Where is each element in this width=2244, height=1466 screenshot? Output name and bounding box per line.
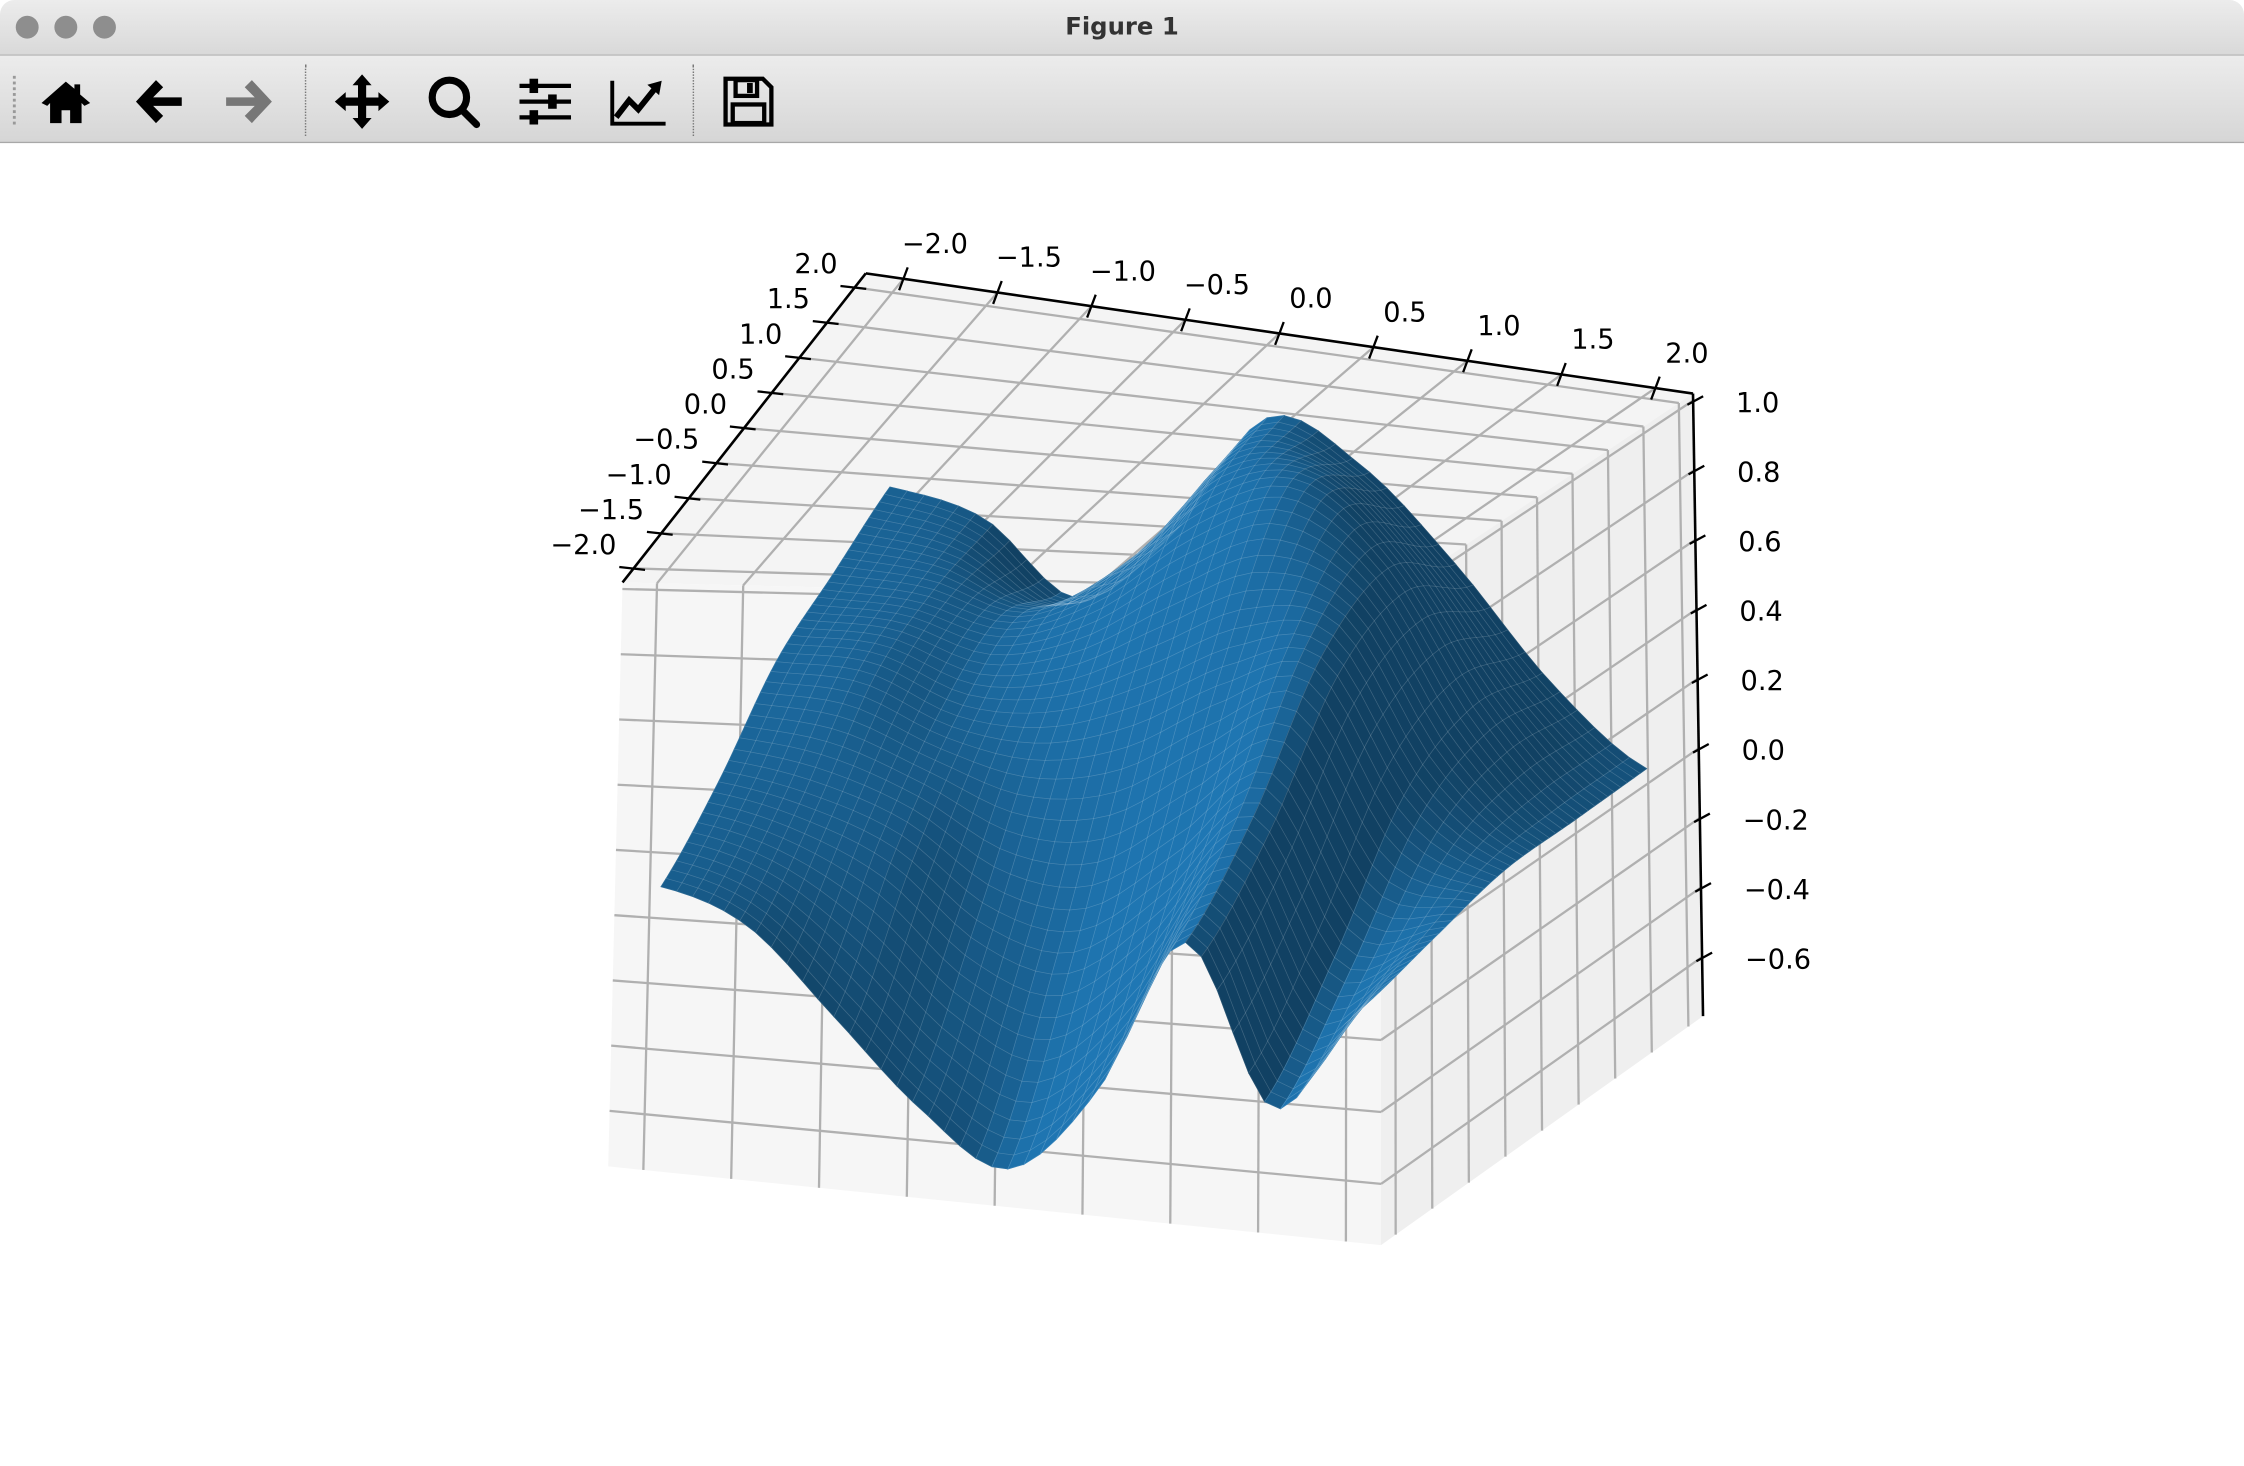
toolbar-separator — [693, 64, 694, 136]
forward-button[interactable] — [220, 73, 277, 130]
arrow-right-icon — [222, 74, 276, 128]
z-tick-label: −0.4 — [1744, 875, 1810, 906]
z-tick-label: 1.0 — [1736, 388, 1779, 419]
magnifier-icon — [425, 73, 482, 130]
z-tick-label: 0.0 — [1742, 736, 1785, 767]
y-tick-label: 0.5 — [711, 354, 754, 385]
x-tick-label: 0.5 — [1383, 297, 1426, 328]
x-tick-label: 2.0 — [1665, 338, 1708, 369]
home-button[interactable] — [37, 73, 94, 130]
x-tick-label: 0.0 — [1289, 284, 1332, 315]
back-button[interactable] — [130, 73, 187, 130]
x-tick-label: −1.0 — [1090, 256, 1156, 287]
z-tick-label: 0.2 — [1741, 666, 1784, 697]
x-tick-label: −1.5 — [996, 243, 1062, 274]
arrow-left-icon — [132, 74, 186, 128]
toolbar-grip[interactable] — [13, 76, 16, 125]
surface-plot[interactable]: −2.0−1.5−1.0−0.50.00.51.01.52.0−2.0−1.5−… — [0, 143, 2244, 1465]
y-tick-label: −1.5 — [578, 495, 644, 526]
y-tick-label: −0.5 — [633, 425, 699, 456]
x-tick-label: 1.0 — [1477, 311, 1520, 342]
window-title: Figure 1 — [0, 13, 2244, 42]
z-tick-label: 0.8 — [1737, 458, 1780, 489]
configure-subplots-button[interactable] — [517, 73, 574, 130]
sliders-icon — [517, 73, 574, 130]
y-tick-label: −2.0 — [550, 530, 616, 561]
x-tick-label: −2.0 — [902, 229, 968, 260]
x-tick-label: −0.5 — [1184, 270, 1250, 301]
toolbar-separator — [305, 64, 306, 136]
edit-axis-button[interactable] — [610, 73, 667, 130]
y-tick-label: −1.0 — [606, 460, 672, 491]
z-tick-label: 0.4 — [1739, 597, 1782, 628]
y-tick-label: 1.5 — [767, 284, 810, 315]
x-tick-label: 1.5 — [1571, 325, 1614, 356]
figure-window: Figure 1 −2.0 −1.5 −1.0 — [0, 0, 2244, 1465]
zoom-button[interactable] — [425, 73, 482, 130]
navigation-toolbar — [0, 56, 2244, 143]
z-tick-label: −0.6 — [1745, 944, 1811, 975]
z-tick-label: −0.2 — [1743, 805, 1809, 836]
z-tick-label: 0.6 — [1738, 527, 1781, 558]
y-tick-label: 0.0 — [684, 390, 727, 421]
pan-button[interactable] — [333, 73, 390, 130]
line-chart-icon — [610, 73, 667, 130]
save-button[interactable] — [720, 73, 777, 130]
move-icon — [333, 72, 390, 132]
home-icon — [39, 74, 93, 128]
y-tick-label: 2.0 — [794, 249, 837, 280]
floppy-disk-icon — [721, 74, 775, 128]
title-bar: Figure 1 — [0, 0, 2244, 56]
y-tick-label: 1.0 — [739, 319, 782, 350]
